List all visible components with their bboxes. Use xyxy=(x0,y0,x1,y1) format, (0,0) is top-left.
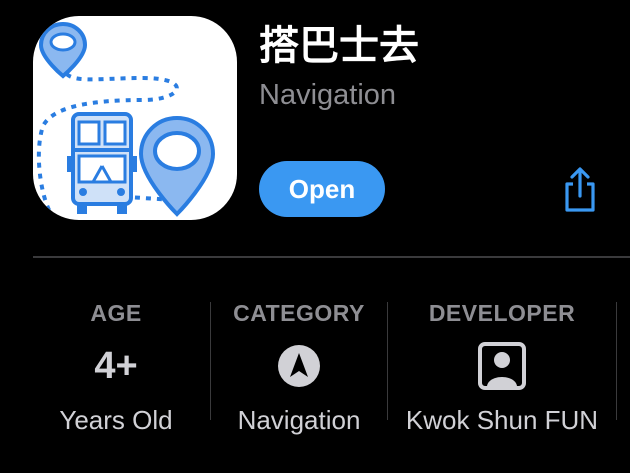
compass-navigation-icon xyxy=(278,345,320,387)
info-separator xyxy=(210,302,211,420)
app-icon xyxy=(33,16,237,220)
info-age: AGE 4+ Years Old xyxy=(33,295,199,445)
developer-icon-wrap xyxy=(395,337,609,395)
info-developer[interactable]: DEVELOPER Kwok Shun FUN xyxy=(395,295,609,445)
open-button[interactable]: Open xyxy=(259,161,385,217)
category-icon-wrap xyxy=(213,337,385,395)
app-subtitle: Navigation xyxy=(259,79,397,111)
developer-subtext: Kwok Shun FUN xyxy=(405,405,599,435)
developer-label: DEVELOPER xyxy=(428,300,576,326)
age-value: 4+ xyxy=(94,345,138,387)
age-label: AGE xyxy=(90,300,142,326)
bus-map-pin-app-icon xyxy=(36,21,216,218)
info-category[interactable]: CATEGORY Navigation xyxy=(213,295,385,445)
header-divider xyxy=(33,256,630,258)
info-separator xyxy=(616,302,617,420)
share-icon xyxy=(565,167,595,212)
share-button[interactable] xyxy=(559,166,601,214)
age-subtext: Years Old xyxy=(59,405,173,435)
info-separator xyxy=(387,302,388,420)
person-square-icon xyxy=(478,342,526,390)
category-subtext: Navigation xyxy=(237,405,361,435)
app-title: 搭巴士去 xyxy=(259,24,419,68)
category-label: CATEGORY xyxy=(233,300,365,326)
